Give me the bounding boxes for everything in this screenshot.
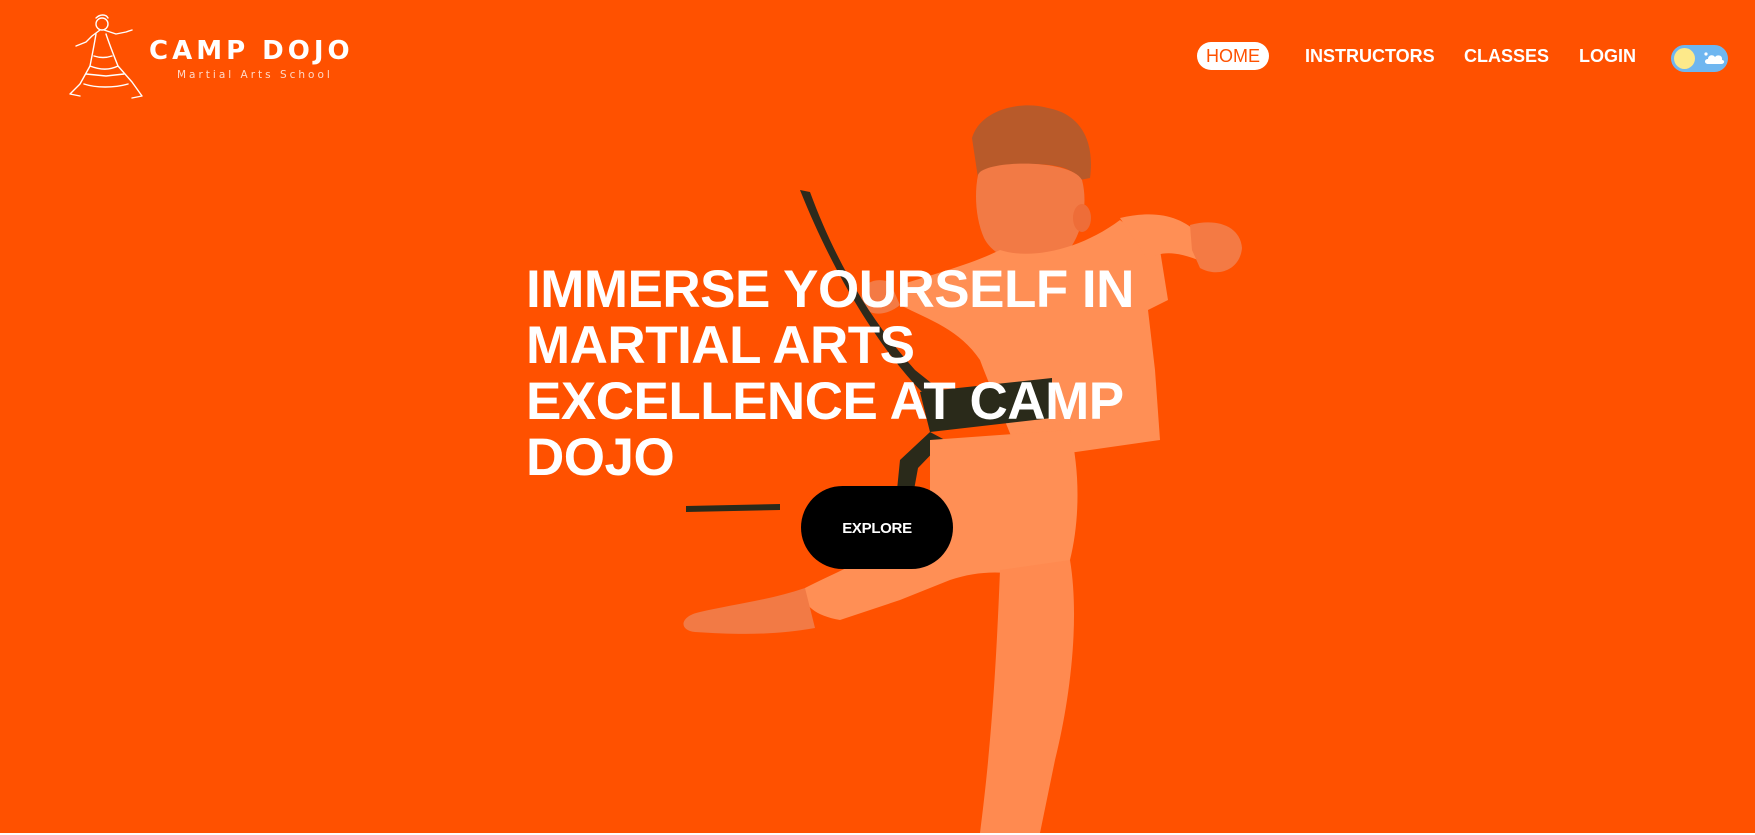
page: CAMP DOJO Martial Arts School HOME INSTR… [0,0,1755,835]
nav-item-instructors[interactable]: INSTRUCTORS [1305,42,1435,70]
theme-toggle[interactable] [1671,45,1728,72]
cloud-icon [1704,52,1725,64]
hero-section: CAMP DOJO Martial Arts School HOME INSTR… [0,0,1755,833]
main-navigation: HOME INSTRUCTORS CLASSES LOGIN [0,42,1755,72]
nav-item-home[interactable]: HOME [1197,42,1269,70]
sun-icon [1674,48,1695,69]
hero-headline: IMMERSE YOURSELF IN MARTIAL ARTS EXCELLE… [526,260,1134,487]
explore-button[interactable]: EXPLORE [801,486,953,569]
nav-item-login[interactable]: LOGIN [1579,42,1636,70]
nav-item-classes[interactable]: CLASSES [1464,42,1549,70]
